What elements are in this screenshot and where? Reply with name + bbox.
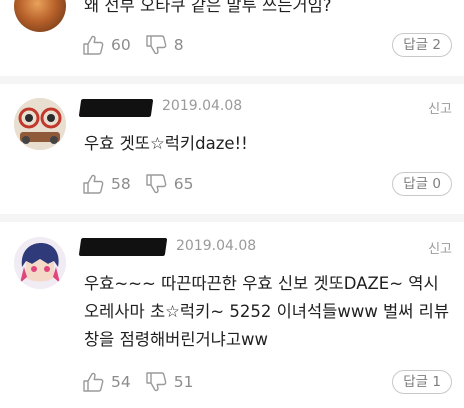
dislike-count: 8: [173, 36, 184, 54]
comment-text: 우효 겟또☆럭키daze!!: [84, 134, 248, 153]
comment-actions: 58 65: [82, 173, 207, 195]
reply-button[interactable]: 답글 1: [392, 370, 452, 394]
like-count: 54: [111, 373, 131, 391]
like-count: 60: [111, 36, 131, 54]
dislike-count: 51: [173, 373, 194, 391]
thumbs-down-icon[interactable]: [145, 35, 167, 55]
comment-text: 왜 선부 오타쿠 같은 말투 쓰는거임?: [84, 0, 332, 15]
thumbs-up-icon[interactable]: [82, 372, 104, 392]
thumbs-up-icon[interactable]: [82, 174, 104, 194]
report-link[interactable]: 신고: [428, 238, 452, 257]
reply-button[interactable]: 답글 0: [392, 172, 452, 196]
report-link[interactable]: 신고: [428, 98, 452, 117]
avatar[interactable]: [14, 237, 66, 289]
redacted-username: [78, 99, 154, 117]
thumbs-up-icon[interactable]: [82, 35, 104, 55]
comment-date: 2019.04.08: [162, 98, 243, 114]
comment-actions: 54 51: [82, 371, 207, 393]
comment-text: 우효~~~ 따끈따끈한 우효 신보 겟또DAZE~ 역시 오레사마 초☆럭키~ …: [84, 274, 450, 349]
thumbs-down-icon[interactable]: [145, 174, 167, 194]
comment-actions: 60 8: [82, 34, 198, 56]
redacted-username: [78, 238, 168, 256]
reply-button[interactable]: 답글 2: [392, 33, 452, 57]
comment-date: 2019.04.08: [176, 238, 257, 254]
like-count: 58: [111, 175, 131, 193]
avatar[interactable]: [14, 0, 66, 32]
dislike-count: 65: [173, 175, 194, 193]
avatar[interactable]: [14, 98, 66, 150]
thumbs-down-icon[interactable]: [145, 372, 167, 392]
divider: [0, 76, 464, 84]
divider: [0, 214, 464, 222]
